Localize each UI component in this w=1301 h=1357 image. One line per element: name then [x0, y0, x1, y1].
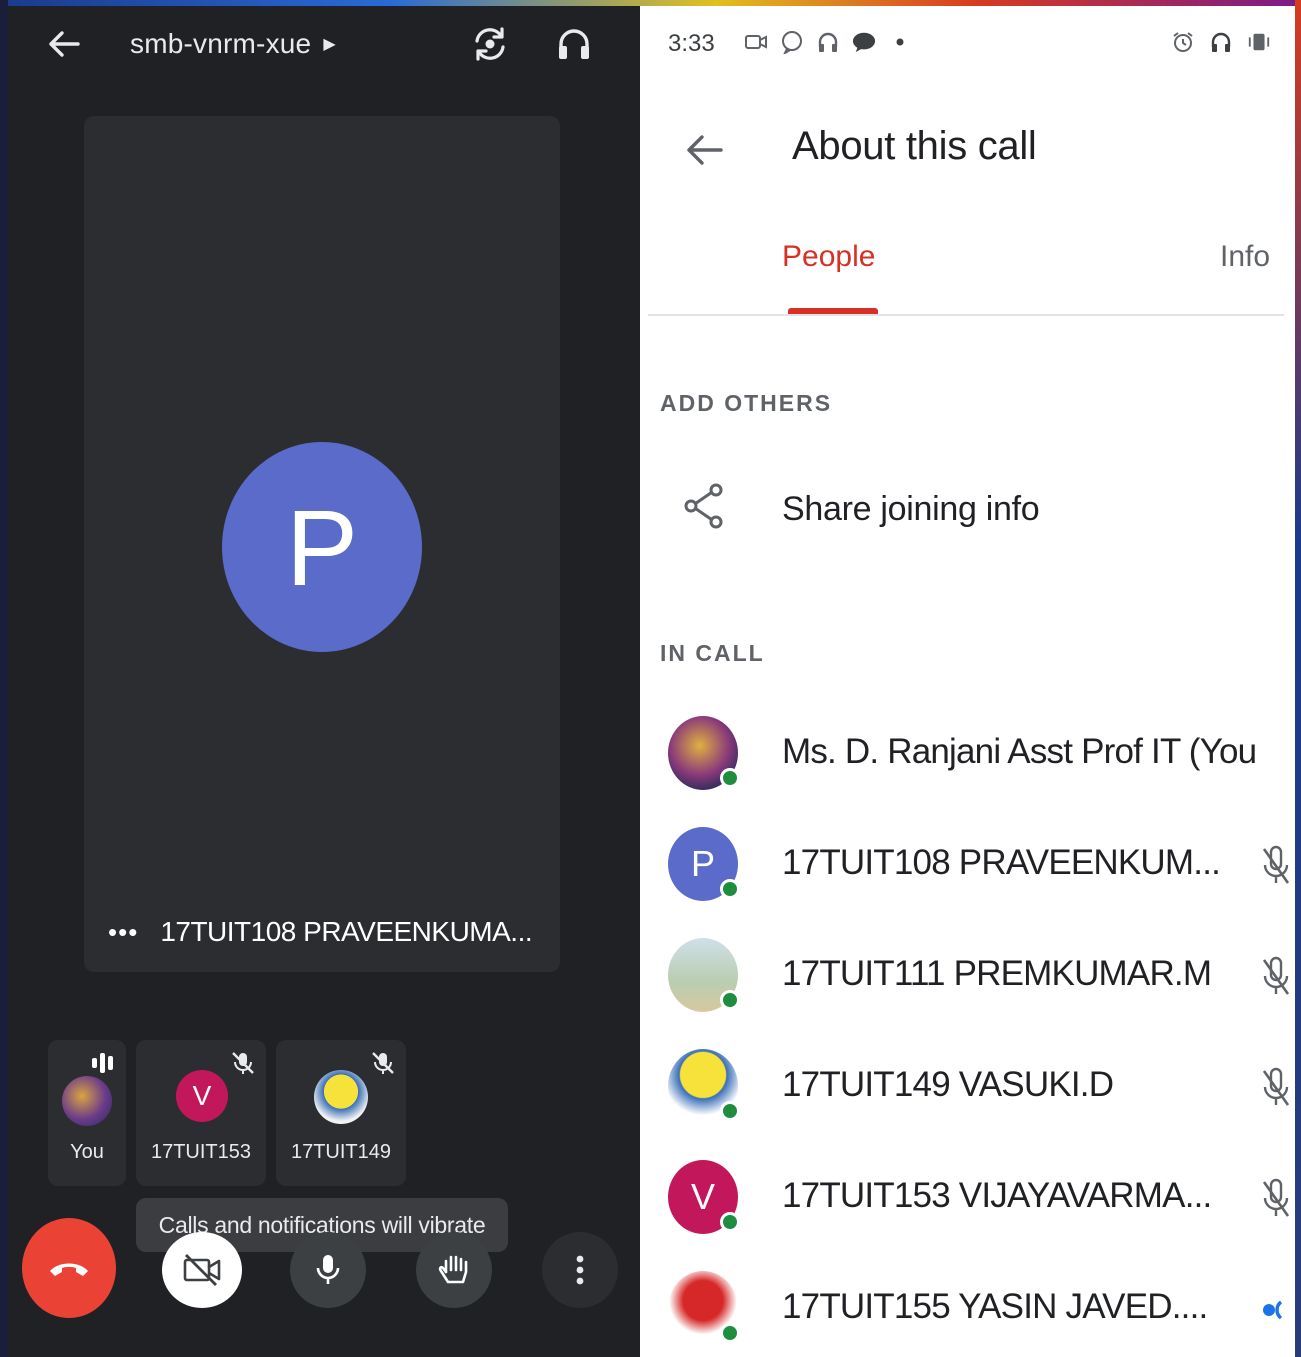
participant-avatar: V [176, 1070, 228, 1122]
tabs-divider [648, 314, 1284, 316]
self-thumbnail[interactable]: You [48, 1040, 126, 1186]
headphones-status-icon [1209, 30, 1233, 54]
online-status-icon [720, 1323, 740, 1343]
participant-name: 17TUIT155 YASIN JAVED.... [782, 1287, 1208, 1326]
online-status-icon [720, 1101, 740, 1121]
share-icon [680, 480, 728, 532]
participant-row[interactable]: Ms. D. Ranjani Asst Prof IT (You [640, 706, 1295, 806]
mic-off-icon [230, 1050, 256, 1076]
about-call-screen: 3:33 About this call People Info ADD OTH… [640, 6, 1295, 1357]
message-notification-icon [852, 30, 876, 54]
participant-row[interactable]: 17TUIT155 YASIN JAVED.... [640, 1261, 1295, 1357]
mic-off-icon [1261, 954, 1291, 998]
main-participant-tile[interactable]: P ••• 17TUIT108 PRAVEENKUMA... [84, 116, 560, 972]
mic-off-icon [1261, 1176, 1291, 1220]
participant-name: Ms. D. Ranjani Asst Prof IT (You [782, 732, 1257, 771]
participant-row[interactable]: V 17TUIT153 VIJAYAVARMA... [640, 1150, 1295, 1250]
chat-notification-icon [780, 30, 804, 54]
status-bar: 3:33 [640, 6, 1295, 82]
online-status-icon [720, 1212, 740, 1232]
back-arrow-icon[interactable] [44, 24, 84, 64]
call-top-bar: smb-vnrm-xue ▶ [8, 6, 640, 82]
participant-thumbnail[interactable]: V 17TUIT153 [136, 1040, 266, 1186]
decorative-frame-left [0, 0, 8, 1357]
caret-right-icon: ▶ [323, 36, 336, 53]
speaking-indicator-icon [1261, 1297, 1291, 1323]
speaking-indicator-icon [92, 1052, 122, 1074]
in-call-header: IN CALL [660, 640, 765, 666]
call-screen: smb-vnrm-xue ▶ P ••• 17TUIT108 PRAVEENKU… [8, 6, 640, 1357]
online-status-icon [720, 768, 740, 788]
mic-off-icon [1261, 1065, 1291, 1109]
participant-name: 17TUIT153 VIJAYAVARMA... [782, 1176, 1212, 1215]
system-status-icons [1171, 30, 1271, 54]
audio-output-headphones-icon[interactable] [552, 22, 596, 66]
camera-notification-icon [744, 30, 768, 54]
more-options-button[interactable] [542, 1232, 618, 1308]
vibrate-icon [1247, 30, 1271, 54]
online-status-icon [720, 990, 740, 1010]
mic-off-icon [1261, 843, 1291, 887]
main-participant-name: ••• 17TUIT108 PRAVEENKUMA... [108, 916, 533, 948]
tab-people[interactable]: People [782, 240, 875, 274]
alarm-icon [1171, 30, 1195, 54]
thumbnail-label: 17TUIT153 [150, 1141, 252, 1163]
thumbnail-label: You [70, 1141, 104, 1163]
page-title: About this call [792, 124, 1037, 168]
participant-thumbnail[interactable]: 17TUIT149 [276, 1040, 406, 1186]
notification-icons [744, 30, 912, 54]
share-joining-info-label: Share joining info [782, 490, 1040, 528]
self-avatar [62, 1076, 112, 1126]
participant-row[interactable]: 17TUIT149 VASUKI.D [640, 1039, 1295, 1139]
status-time: 3:33 [668, 30, 715, 57]
add-others-header: ADD OTHERS [660, 390, 833, 416]
thumbnail-label: 17TUIT149 [290, 1141, 392, 1163]
end-call-button[interactable] [22, 1218, 116, 1318]
participant-row[interactable]: P 17TUIT108 PRAVEENKUM... [640, 817, 1295, 917]
microphone-button[interactable] [290, 1232, 366, 1308]
raise-hand-button[interactable] [416, 1232, 492, 1308]
switch-camera-icon[interactable] [468, 22, 512, 66]
online-status-icon [720, 879, 740, 899]
decorative-frame-right [1295, 0, 1301, 1357]
participant-name: 17TUIT149 VASUKI.D [782, 1065, 1114, 1104]
meeting-code: smb-vnrm-xue [130, 28, 312, 59]
headphones-notification-icon [816, 30, 840, 54]
main-participant-avatar: P [222, 442, 422, 652]
more-dots-icon[interactable]: ••• [108, 917, 138, 948]
back-arrow-icon[interactable] [682, 128, 726, 172]
participant-row[interactable]: 17TUIT111 PREMKUMAR.M [640, 928, 1295, 1028]
tab-info[interactable]: Info [1220, 240, 1270, 274]
camera-off-button[interactable] [162, 1232, 242, 1308]
dot-notification-icon [888, 30, 912, 54]
participant-avatar [314, 1070, 368, 1124]
main-participant-name-label: 17TUIT108 PRAVEENKUMA... [160, 916, 533, 947]
share-joining-info-button[interactable]: Share joining info [640, 466, 1295, 552]
meeting-code-button[interactable]: smb-vnrm-xue ▶ [130, 24, 336, 64]
participant-name: 17TUIT111 PREMKUMAR.M [782, 954, 1212, 993]
mic-off-icon [370, 1050, 396, 1076]
participant-name: 17TUIT108 PRAVEENKUM... [782, 843, 1221, 882]
